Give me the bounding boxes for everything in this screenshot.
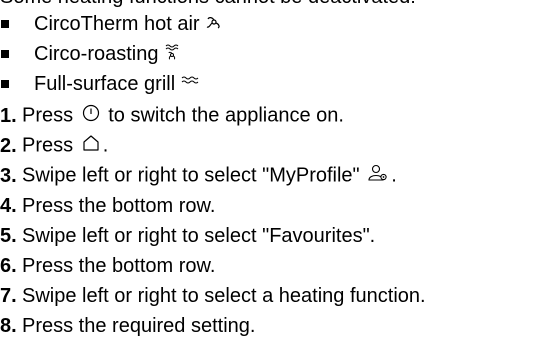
step-number: 2. (0, 134, 17, 157)
step-item: 7. Swipe left or right to select a heati… (0, 281, 426, 311)
step-item: 4. Press the bottom row. (0, 191, 426, 221)
step-item: 5. Swipe left or right to select "Favour… (0, 221, 426, 251)
step-number: 5. (0, 224, 17, 247)
step-number: 3. (0, 164, 17, 187)
list-item-label: CircoTherm hot air (34, 12, 200, 35)
step-text: Press to switch the appliance on. (22, 104, 344, 128)
step-text: Swipe left or right to select "Favourite… (22, 224, 376, 247)
step-text: Press the bottom row. (22, 194, 216, 217)
step-number: 1. (0, 104, 17, 127)
list-item: Circo-roasting (0, 39, 222, 69)
step-number: 4. (0, 194, 17, 217)
step-text: Press . (22, 134, 109, 158)
step-number: 6. (0, 254, 17, 277)
list-item-label: Circo-roasting (34, 42, 159, 65)
home-icon (82, 134, 100, 158)
bullet-square-icon (1, 50, 9, 58)
step-item: 1. Press to switch the appliance on. (0, 101, 426, 131)
step-number: 8. (0, 314, 17, 337)
bullet-square-icon (1, 80, 9, 88)
step-text: Press the bottom row. (22, 254, 216, 277)
step-item: 3. Swipe left or right to select "MyProf… (0, 161, 426, 191)
profile-icon (368, 164, 388, 188)
step-text: Swipe left or right to select "MyProfile… (22, 164, 397, 188)
list-item-label: Full-surface grill (34, 72, 176, 95)
step-number: 7. (0, 284, 17, 307)
manual-page: Some heating functions cannot be deactiv… (0, 0, 558, 343)
step-item: 6. Press the bottom row. (0, 251, 426, 281)
full-surface-grill-icon (181, 76, 199, 92)
list-item: Full-surface grill (0, 69, 222, 99)
list-item: CircoTherm hot air (0, 9, 222, 39)
circotherm-icon (206, 14, 222, 34)
step-text: Press the required setting. (22, 314, 256, 337)
bullet-square-icon (1, 20, 9, 28)
step-item: 2. Press . (0, 131, 426, 161)
intro-text: Some heating functions cannot be deactiv… (0, 0, 416, 8)
power-icon (82, 104, 100, 128)
step-text: Swipe left or right to select a heating … (22, 284, 426, 307)
step-item: 8. Press the required setting. (0, 311, 426, 341)
instruction-steps: 1. Press to switch the appliance on. 2. … (0, 101, 426, 341)
heating-function-list: CircoTherm hot air Circo-roasting Full-s… (0, 9, 222, 99)
circo-roasting-icon (164, 44, 180, 64)
